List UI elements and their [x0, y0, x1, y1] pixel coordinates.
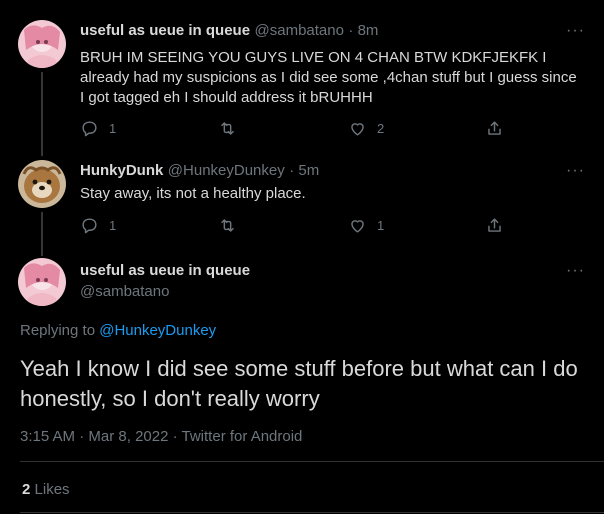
dot-separator: · — [79, 428, 85, 445]
tweet1-retweet-button[interactable] — [218, 119, 247, 138]
share-icon — [488, 218, 501, 232]
tweet-source[interactable]: Twitter for Android — [182, 428, 303, 445]
tweet1-text: BRUH IM SEEING YOU GUYS LIVE ON 4 CHAN B… — [80, 49, 577, 106]
tweet-date[interactable]: Mar 8, 2022 — [88, 428, 168, 445]
main-more-icon[interactable]: ··· — [566, 262, 585, 280]
tweet2-header: HunkyDunk @HunkeyDunkey · 5m — [80, 162, 319, 180]
avatar-sambatano-main[interactable] — [18, 258, 66, 306]
tweet1-reply-count: 1 — [109, 121, 117, 136]
retweet-icon — [221, 219, 234, 232]
tweet1-like-button[interactable]: 2 — [348, 119, 384, 138]
likes-stat[interactable]: 2 Likes — [22, 481, 70, 498]
tweet2-reply-count: 1 — [109, 218, 117, 233]
tweet2-more-icon[interactable]: ··· — [566, 162, 585, 180]
replying-to: Replying to @HunkeyDunkey — [20, 322, 216, 339]
tweet2-retweet-button[interactable] — [218, 216, 247, 235]
tweet2-time[interactable]: · 5m — [289, 162, 319, 179]
replying-to-label: Replying to — [20, 322, 96, 339]
like-icon — [351, 220, 364, 233]
share-icon — [488, 121, 501, 135]
reply-icon — [82, 121, 97, 137]
like-icon — [351, 123, 364, 136]
main-tweet-text: Yeah I know I did see some stuff before … — [20, 356, 578, 411]
tweet2-like-button[interactable]: 1 — [348, 216, 384, 235]
avatar-sambatano[interactable] — [18, 20, 66, 68]
thread-line — [41, 212, 43, 256]
tweet2-text: Stay away, its not a healthy place. — [80, 185, 306, 202]
tweet-time[interactable]: 3:15 AM — [20, 428, 75, 445]
tweet2-share-button[interactable] — [485, 216, 504, 235]
dot-separator: · — [172, 428, 178, 445]
tweet-metadata: 3:15 AM · Mar 8, 2022 · Twitter for Andr… — [20, 428, 302, 445]
tweet2-display-name[interactable]: HunkyDunk — [80, 162, 163, 179]
tweet2-like-count: 1 — [377, 218, 385, 233]
tweet1-more-icon[interactable]: ··· — [566, 22, 585, 40]
replying-to-link[interactable]: @HunkeyDunkey — [99, 322, 216, 339]
tweet1-share-button[interactable] — [485, 119, 504, 138]
avatar-hunkeydunkey[interactable] — [18, 160, 66, 208]
main-display-name[interactable]: useful as ueue in queue — [80, 262, 250, 279]
tweet2-handle[interactable]: @HunkeyDunkey — [168, 162, 285, 179]
thread-line — [41, 72, 43, 156]
main-handle[interactable]: @sambatano — [80, 283, 169, 300]
likes-label: Likes — [34, 481, 70, 498]
retweet-icon — [221, 122, 234, 135]
tweet1-time[interactable]: · 8m — [348, 22, 378, 39]
divider — [20, 512, 604, 513]
tweet1-display-name[interactable]: useful as ueue in queue — [80, 22, 250, 39]
likes-count: 2 — [22, 481, 31, 498]
reply-icon — [82, 218, 97, 234]
tweet1-like-count: 2 — [377, 121, 385, 136]
tweet1-handle[interactable]: @sambatano — [255, 22, 344, 39]
tweet1-reply-button[interactable]: 1 — [80, 119, 116, 138]
tweet1-header: useful as ueue in queue @sambatano · 8m — [80, 22, 378, 40]
tweet2-reply-button[interactable]: 1 — [80, 216, 116, 235]
divider — [20, 461, 604, 462]
